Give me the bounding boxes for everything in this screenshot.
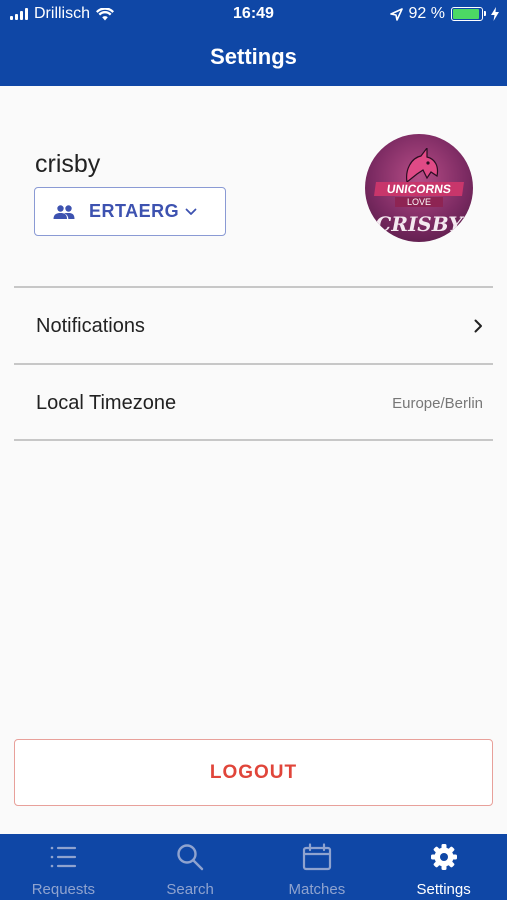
location-arrow-icon <box>389 7 403 21</box>
divider <box>14 286 493 288</box>
logo-text-line2: LOVE <box>395 197 443 207</box>
page-title: Settings <box>210 44 297 69</box>
avatar-signature: CRISBY <box>375 212 463 236</box>
chevron-right-icon <box>474 319 483 333</box>
profile-username: crisby <box>35 150 101 178</box>
tab-label: Search <box>166 881 214 898</box>
avatar[interactable]: UNICORNS LOVE CRISBY <box>365 134 473 242</box>
team-name: ERTAERG <box>89 201 180 221</box>
people-icon <box>53 204 75 220</box>
tab-requests[interactable]: Requests <box>0 834 127 900</box>
search-icon <box>176 842 204 872</box>
tab-matches[interactable]: Matches <box>254 834 381 900</box>
tab-label: Matches <box>288 881 346 898</box>
notifications-row[interactable]: Notifications <box>14 289 493 363</box>
tab-label: Settings <box>416 881 471 898</box>
timezone-label: Local Timezone <box>36 391 177 414</box>
divider <box>14 363 493 365</box>
list-icon <box>49 842 77 872</box>
battery-fill <box>453 9 479 19</box>
timezone-value: Europe/Berlin <box>392 394 483 412</box>
logout-button[interactable]: LOGOUT <box>14 739 493 806</box>
tab-bar: Requests Search Matches Settings <box>0 834 507 900</box>
status-right: 92 % <box>389 5 499 23</box>
tab-label: Requests <box>31 881 96 898</box>
tab-settings[interactable]: Settings <box>380 834 507 900</box>
logo-text-line1: UNICORNS <box>374 182 464 196</box>
app-header: Drillisch 16:49 92 % Settings <box>0 0 507 86</box>
gear-icon <box>430 842 458 872</box>
battery-percent: 92 % <box>408 5 445 22</box>
status-bar: Drillisch 16:49 92 % <box>0 0 507 30</box>
divider <box>14 439 493 441</box>
charging-bolt-icon <box>491 7 499 21</box>
battery-icon <box>451 7 486 21</box>
chevron-down-icon <box>185 208 197 216</box>
calendar-icon <box>302 842 332 872</box>
notifications-label: Notifications <box>36 314 145 337</box>
tab-search[interactable]: Search <box>127 834 254 900</box>
timezone-row[interactable]: Local Timezone Europe/Berlin <box>14 366 493 440</box>
unicorn-logo-icon <box>406 148 439 182</box>
team-selector-button[interactable]: ERTAERG <box>34 187 226 236</box>
